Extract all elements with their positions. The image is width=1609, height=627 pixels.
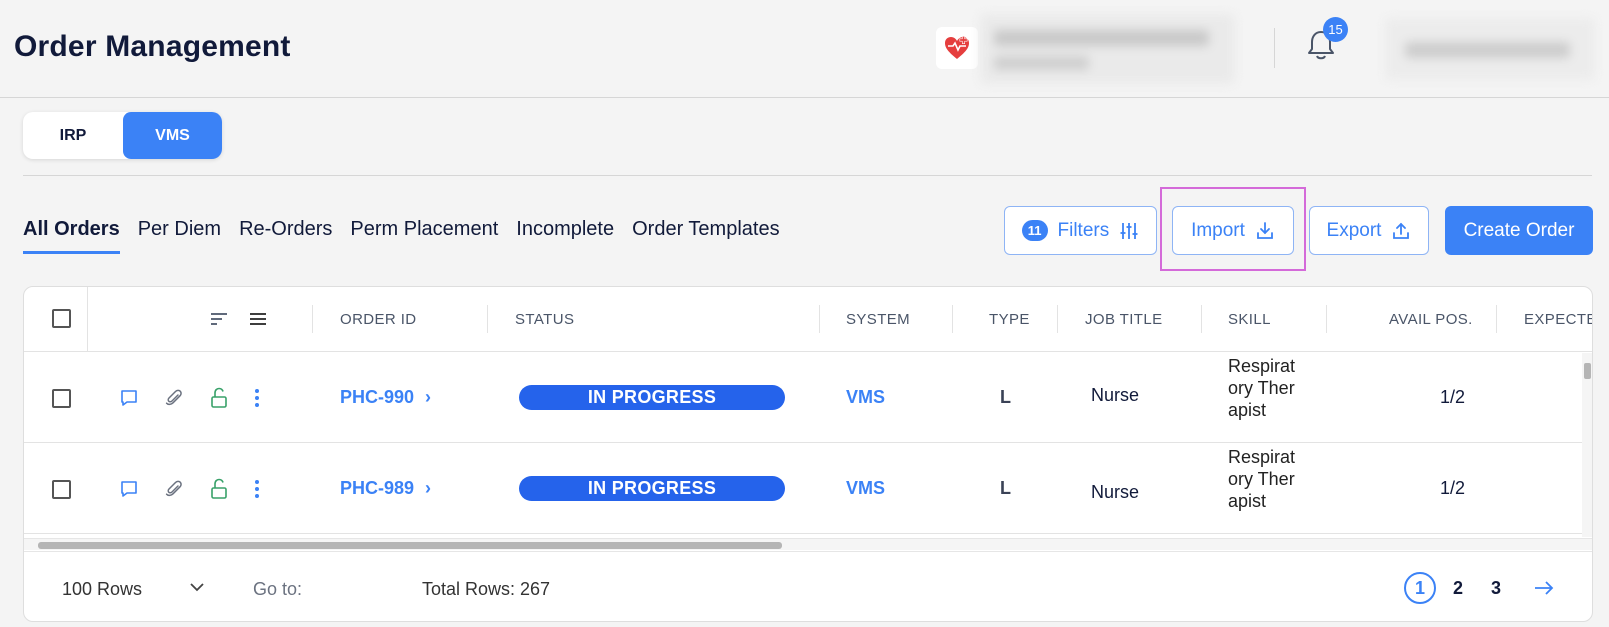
attachment-icon[interactable] — [164, 479, 184, 499]
total-rows-text: Total Rows: 267 — [422, 579, 551, 599]
export-button[interactable]: Export — [1309, 206, 1429, 255]
header-separator — [1496, 305, 1497, 333]
type-value: L — [1000, 387, 1011, 407]
unlock-icon[interactable] — [209, 387, 229, 409]
page-button-3[interactable]: 3 — [1480, 572, 1512, 604]
header-separator — [952, 305, 953, 333]
tab-order-templates[interactable]: Order Templates — [632, 218, 779, 254]
column-header-avail-pos[interactable]: AVAIL POS. — [1389, 311, 1473, 328]
header-separator — [1326, 305, 1327, 333]
row-checkbox[interactable] — [52, 480, 71, 499]
page-button-1[interactable]: 1 — [1404, 572, 1436, 604]
order-id-link[interactable]: PHC-989 › — [340, 478, 431, 499]
section-divider — [23, 175, 1592, 176]
header-separator — [312, 305, 313, 333]
column-header-skill[interactable]: SKILL — [1228, 311, 1271, 328]
vertical-scrollbar[interactable] — [1582, 353, 1592, 537]
switch-irp-button[interactable]: IRP — [23, 112, 123, 159]
column-header-job-title[interactable]: JOB TITLE — [1085, 311, 1163, 328]
unlock-icon[interactable] — [209, 478, 229, 500]
header-separator — [87, 287, 88, 352]
chevron-right-icon: › — [425, 478, 432, 498]
upload-icon — [1393, 222, 1410, 239]
tab-per-diem[interactable]: Per Diem — [138, 218, 221, 254]
comment-icon[interactable] — [119, 479, 139, 499]
comment-icon[interactable] — [119, 388, 139, 408]
column-header-order-id[interactable]: ORDER ID — [340, 311, 417, 328]
organization-selector[interactable] — [980, 14, 1235, 84]
job-title-value: Nurse — [1091, 385, 1140, 405]
top-header: Order Management 15 — [0, 0, 1609, 98]
header-divider — [1274, 28, 1275, 68]
order-id-link[interactable]: PHC-990 › — [340, 387, 431, 408]
create-order-button[interactable]: Create Order — [1445, 206, 1593, 255]
more-options-icon[interactable] — [254, 388, 260, 408]
avail-pos-value: 1/2 — [1440, 478, 1466, 498]
skill-value: Respiratory Therapist — [1228, 447, 1296, 511]
import-button[interactable]: Import — [1172, 206, 1294, 255]
status-badge: IN PROGRESS — [519, 476, 785, 501]
page-title: Order Management — [14, 30, 291, 63]
header-separator — [819, 305, 820, 333]
tab-incomplete[interactable]: Incomplete — [516, 218, 614, 254]
menu-icon[interactable] — [249, 311, 267, 327]
sort-icon[interactable] — [210, 311, 228, 327]
page-button-2[interactable]: 2 — [1442, 572, 1474, 604]
table-row[interactable]: PHC-989 › IN PROGRESS VMS L Nurse Respir… — [24, 444, 1592, 534]
order-id-text: PHC-990 — [340, 387, 415, 407]
tab-re-orders[interactable]: Re-Orders — [239, 218, 332, 254]
grid-footer: 100 Rows Go to: Total Rows: 267 1 2 3 — [24, 551, 1592, 621]
filters-count-badge: 11 — [1021, 220, 1048, 241]
table-row[interactable]: PHC-990 › IN PROGRESS VMS L Nurse Respir… — [24, 353, 1592, 443]
filters-button[interactable]: 11 Filters — [1004, 206, 1157, 255]
orders-grid: ORDER ID STATUS SYSTEM TYPE JOB TITLE SK… — [23, 286, 1593, 622]
order-id-text: PHC-989 — [340, 478, 415, 498]
column-header-expected[interactable]: EXPECTE — [1524, 311, 1592, 328]
notification-badge: 15 — [1323, 17, 1348, 42]
row-checkbox[interactable] — [52, 389, 71, 408]
vertical-scrollbar-thumb[interactable] — [1584, 363, 1591, 379]
header-separator — [1201, 305, 1202, 333]
avail-pos-value: 1/2 — [1440, 387, 1466, 407]
switch-vms-button[interactable]: VMS — [123, 112, 222, 159]
header-separator — [487, 305, 488, 333]
user-menu[interactable] — [1385, 18, 1595, 80]
chevron-right-icon: › — [425, 387, 432, 407]
sliders-icon — [1120, 222, 1138, 239]
filters-label: Filters — [1057, 219, 1110, 241]
chevron-down-icon[interactable] — [189, 582, 205, 592]
type-value: L — [1000, 478, 1011, 498]
goto-label: Go to: — [253, 579, 303, 599]
skill-value: Respiratory Therapist — [1228, 356, 1296, 420]
job-title-value: Nurse — [1091, 482, 1140, 502]
arrow-right-icon[interactable] — [1533, 580, 1555, 596]
import-label: Import — [1191, 219, 1245, 241]
horizontal-scrollbar-thumb[interactable] — [38, 542, 782, 549]
select-all-checkbox[interactable] — [52, 309, 71, 328]
order-tabs: All Orders Per Diem Re-Orders Perm Place… — [23, 218, 798, 254]
tab-perm-placement[interactable]: Perm Placement — [350, 218, 498, 254]
status-badge: IN PROGRESS — [519, 385, 785, 410]
rows-per-page-select[interactable]: 100 Rows — [62, 579, 142, 600]
system-switch: IRP VMS — [23, 112, 222, 159]
system-value: VMS — [846, 478, 886, 498]
grid-header: ORDER ID STATUS SYSTEM TYPE JOB TITLE SK… — [24, 287, 1592, 352]
download-icon — [1257, 221, 1273, 239]
attachment-icon[interactable] — [164, 388, 184, 408]
tab-all-orders[interactable]: All Orders — [23, 218, 120, 254]
more-options-icon[interactable] — [254, 479, 260, 499]
header-separator — [1057, 305, 1058, 333]
column-header-status[interactable]: STATUS — [515, 311, 574, 328]
organization-logo-icon[interactable] — [936, 27, 978, 69]
column-header-system[interactable]: SYSTEM — [846, 311, 910, 328]
horizontal-scrollbar[interactable] — [24, 538, 1592, 550]
export-label: Export — [1326, 219, 1382, 241]
system-value: VMS — [846, 387, 886, 407]
column-header-type[interactable]: TYPE — [989, 311, 1030, 328]
